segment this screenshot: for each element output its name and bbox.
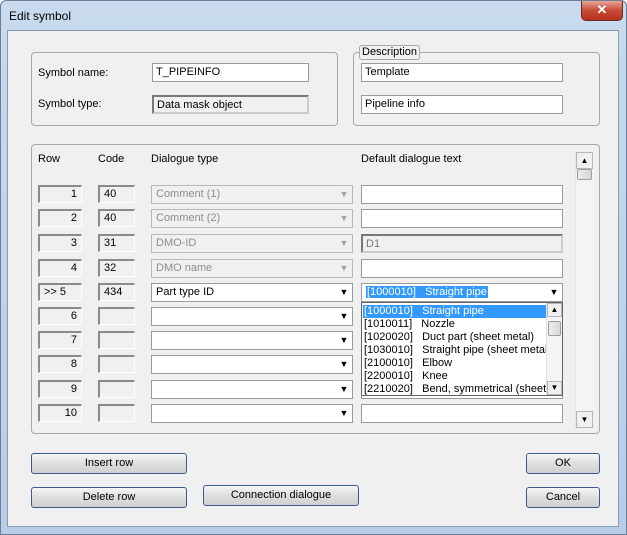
chevron-down-icon: ▼ bbox=[339, 238, 349, 248]
chevron-down-icon: ▼ bbox=[339, 189, 349, 199]
dialogue-type-combo[interactable]: ▼ bbox=[151, 380, 353, 399]
symbol-type-label: Symbol type: bbox=[38, 98, 102, 110]
default-text-field[interactable] bbox=[361, 259, 563, 278]
default-text-column-header: Default dialogue text bbox=[361, 153, 462, 165]
dialogue-type-combo: DMO name ▼ bbox=[151, 259, 353, 278]
dropdown-scrollbar[interactable]: ▲ ▼ bbox=[546, 303, 562, 395]
row-number-cell: 6 bbox=[38, 307, 82, 325]
chevron-down-icon[interactable]: ▼ bbox=[336, 332, 352, 349]
default-text-value: [1000010] Straight pipe bbox=[366, 286, 488, 298]
dialogue-type-column-header: Dialogue type bbox=[151, 153, 219, 165]
dropdown-scroll-thumb[interactable] bbox=[548, 321, 561, 336]
code-cell[interactable] bbox=[98, 355, 135, 373]
row-number-cell: 1 bbox=[38, 185, 82, 203]
dropdown-item[interactable]: [2200010] Knee bbox=[363, 370, 547, 383]
symbol-type-field: Data mask object bbox=[152, 95, 309, 114]
scroll-up-button[interactable]: ▲ bbox=[576, 152, 593, 169]
default-text-field[interactable] bbox=[361, 209, 563, 228]
dialogue-type-combo[interactable]: ▼ bbox=[151, 355, 353, 374]
code-column-header: Code bbox=[98, 153, 125, 165]
dropdown-item[interactable]: [1010011] Nozzle bbox=[363, 318, 547, 331]
dropdown-item[interactable]: [2100010] Elbow bbox=[363, 357, 547, 370]
dropdown-item[interactable]: [1020020] Duct part (sheet metal) bbox=[363, 331, 547, 344]
connection-dialogue-button[interactable]: Connection dialogue bbox=[203, 485, 359, 506]
row-number-cell: 8 bbox=[38, 355, 82, 373]
row-number-cell: 7 bbox=[38, 331, 82, 349]
scroll-thumb[interactable] bbox=[577, 169, 592, 180]
chevron-down-icon: ▼ bbox=[339, 263, 349, 273]
window-title: Edit symbol bbox=[9, 9, 72, 23]
row-number-cell: 10 bbox=[38, 404, 82, 422]
description-line1-field[interactable]: Template bbox=[361, 63, 563, 82]
row-number-cell: >> 5 bbox=[38, 283, 82, 301]
default-text-field: D1 bbox=[361, 234, 563, 253]
dialogue-type-combo[interactable]: ▼ bbox=[151, 404, 353, 423]
chevron-down-icon[interactable]: ▼ bbox=[336, 284, 352, 301]
description-line2-field[interactable]: Pipeline info bbox=[361, 95, 563, 114]
delete-row-button[interactable]: Delete row bbox=[31, 487, 187, 508]
dropdown-item[interactable]: [2210020] Bend, symmetrical (sheet metal… bbox=[363, 383, 547, 395]
chevron-down-icon: ▼ bbox=[339, 213, 349, 223]
code-cell[interactable]: 32 bbox=[98, 259, 135, 277]
code-cell[interactable] bbox=[98, 404, 135, 422]
dialogue-type-value: Part type ID bbox=[156, 286, 215, 298]
chevron-down-icon[interactable]: ▼ bbox=[546, 284, 562, 301]
insert-row-button[interactable]: Insert row bbox=[31, 453, 187, 474]
chevron-down-icon[interactable]: ▼ bbox=[336, 381, 352, 398]
code-cell[interactable]: 31 bbox=[98, 234, 135, 252]
code-cell[interactable] bbox=[98, 331, 135, 349]
row-number-cell: 2 bbox=[38, 209, 82, 227]
code-cell[interactable] bbox=[98, 307, 135, 325]
default-text-field[interactable] bbox=[361, 404, 563, 423]
dialogue-type-combo: DMO-ID ▼ bbox=[151, 234, 353, 253]
dialogue-type-combo[interactable]: Part type ID ▼ bbox=[151, 283, 353, 302]
default-text-combo[interactable]: [1000010] Straight pipe ▼ bbox=[361, 283, 563, 302]
dialogue-type-combo: Comment (2) ▼ bbox=[151, 209, 353, 228]
row-number-cell: 4 bbox=[38, 259, 82, 277]
symbol-name-label: Symbol name: bbox=[38, 67, 109, 79]
row-number-cell: 3 bbox=[38, 234, 82, 252]
symbol-name-field[interactable]: T_PIPEINFO bbox=[152, 63, 309, 82]
chevron-down-icon[interactable]: ▼ bbox=[336, 405, 352, 422]
dialogue-type-value: Comment (2) bbox=[156, 212, 221, 224]
row-number-cell: 9 bbox=[38, 380, 82, 398]
description-legend: Description bbox=[359, 45, 421, 60]
dialogue-type-combo: Comment (1) ▼ bbox=[151, 185, 353, 204]
dropdown-scroll-up[interactable]: ▲ bbox=[547, 303, 562, 317]
row-column-header: Row bbox=[38, 153, 61, 165]
code-cell[interactable]: 40 bbox=[98, 209, 135, 227]
dialogue-type-combo[interactable]: ▼ bbox=[151, 307, 353, 326]
dropdown-item[interactable]: [1000010] Straight pipe bbox=[363, 305, 547, 318]
title-bar[interactable]: Edit symbol ✕ bbox=[1, 1, 626, 31]
chevron-down-icon[interactable]: ▼ bbox=[336, 356, 352, 373]
dialogue-type-value: DMO-ID bbox=[156, 237, 197, 249]
scroll-down-button[interactable]: ▼ bbox=[576, 411, 593, 428]
dialogue-type-value: DMO name bbox=[156, 262, 213, 274]
dropdown-item[interactable]: [1030010] Straight pipe (sheet metal) bbox=[363, 344, 547, 357]
dialogue-type-value: Comment (1) bbox=[156, 188, 221, 200]
grid-scrollbar[interactable]: ▲ ▼ bbox=[575, 152, 593, 428]
code-cell[interactable]: 434 bbox=[98, 283, 135, 301]
dropdown-scroll-down[interactable]: ▼ bbox=[547, 381, 562, 395]
part-type-dropdown-list[interactable]: [1000010] Straight pipe [1010011] Nozzle[… bbox=[361, 302, 563, 396]
dialogue-type-combo[interactable]: ▼ bbox=[151, 331, 353, 350]
ok-button[interactable]: OK bbox=[526, 453, 600, 474]
cancel-button[interactable]: Cancel bbox=[526, 487, 600, 508]
code-cell[interactable] bbox=[98, 380, 135, 398]
default-text-field[interactable] bbox=[361, 185, 563, 204]
close-button[interactable]: ✕ bbox=[581, 1, 623, 21]
chevron-down-icon[interactable]: ▼ bbox=[336, 308, 352, 325]
code-cell[interactable]: 40 bbox=[98, 185, 135, 203]
